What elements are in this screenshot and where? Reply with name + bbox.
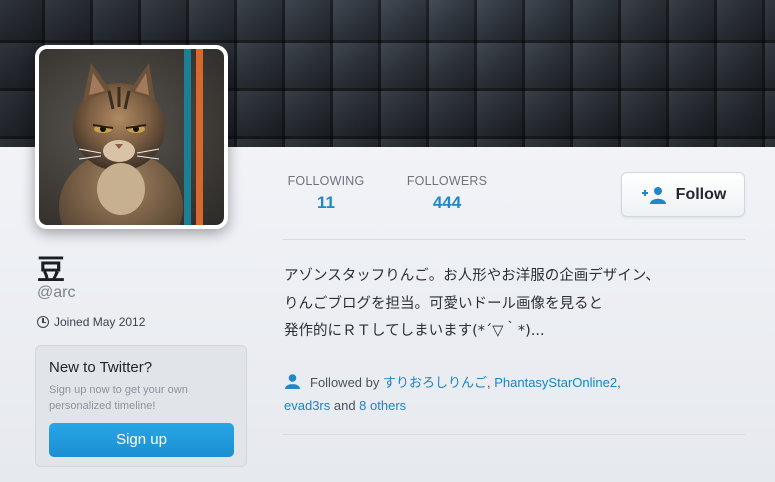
followed-by: Followed by すりおろしりんご, PhantasyStarOnline… bbox=[284, 371, 744, 417]
avatar[interactable] bbox=[35, 45, 228, 229]
bio-line: アゾンスタッフりんご。お人形やお洋服の企画デザイン、 bbox=[284, 268, 660, 284]
follower-link-2[interactable]: PhantasyStarOnline2 bbox=[494, 375, 617, 390]
cat-photo bbox=[59, 49, 203, 225]
divider bbox=[283, 239, 745, 240]
signup-title: New to Twitter? bbox=[49, 359, 153, 376]
stat-followers[interactable]: FOLLOWERS 444 bbox=[404, 174, 490, 213]
person-icon bbox=[285, 374, 300, 389]
username-handle: @arc bbox=[37, 284, 76, 301]
clock-icon bbox=[37, 316, 49, 328]
and-text: and bbox=[330, 398, 360, 413]
divider bbox=[283, 434, 745, 435]
follow-label: Follow bbox=[675, 185, 727, 203]
display-name: 豆 bbox=[37, 253, 66, 286]
others-link[interactable]: 8 others bbox=[359, 398, 406, 413]
sign-up-button[interactable]: Sign up bbox=[49, 423, 234, 457]
add-user-icon bbox=[641, 186, 666, 204]
follow-button[interactable]: Follow bbox=[621, 172, 745, 217]
bio-line: りんごブログを担当。可愛いドール画像を見ると bbox=[284, 295, 603, 312]
followers-count: 444 bbox=[432, 193, 462, 212]
follower-link-1[interactable]: すりおろしりんご bbox=[383, 375, 487, 390]
following-label: FOLLOWING bbox=[287, 174, 365, 188]
signup-description: Sign up now to get your own personalized… bbox=[49, 384, 188, 412]
followers-label: FOLLOWERS bbox=[406, 174, 488, 188]
joined-text: Joined May 2012 bbox=[54, 315, 146, 329]
follower-link-3[interactable]: evad3rs bbox=[284, 398, 330, 413]
separator: , bbox=[617, 375, 621, 390]
profile-bio: アゾンスタッフりんご。お人形やお洋服の企画デザイン、 りんごブログを担当。可愛い… bbox=[284, 263, 744, 346]
followed-by-prefix: Followed by bbox=[310, 375, 383, 390]
stat-following[interactable]: FOLLOWING 11 bbox=[285, 174, 367, 213]
bio-line: 発作的にＲＴしてしまいます(*´▽｀*)... bbox=[284, 323, 545, 339]
signup-panel: New to Twitter? Sign up now to get your … bbox=[35, 345, 247, 467]
joined-date: Joined May 2012 bbox=[37, 315, 145, 329]
following-count: 11 bbox=[317, 193, 335, 212]
